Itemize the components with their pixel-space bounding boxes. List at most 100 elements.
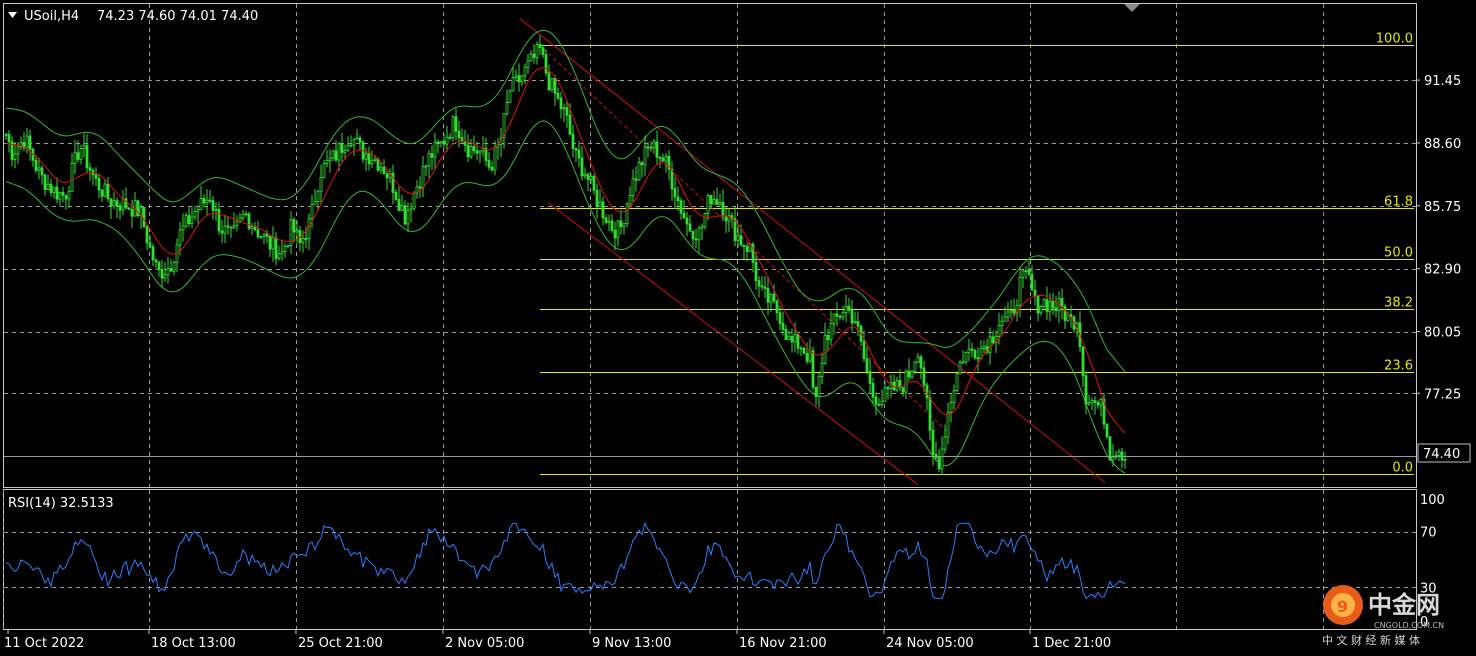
candle-body — [718, 202, 722, 205]
candle-body — [652, 141, 656, 149]
candle-body — [490, 166, 494, 171]
candle-body — [790, 335, 794, 343]
candle-body — [409, 207, 413, 211]
candle-body — [847, 305, 851, 311]
candle-body — [739, 235, 743, 246]
candle-body — [247, 213, 251, 229]
candle-body — [820, 362, 824, 377]
candle-body — [769, 293, 773, 303]
candle-body — [865, 358, 869, 373]
candle-body — [382, 166, 386, 175]
trading-chart[interactable]: 100.0 61.8 50.0 38.2 23.6 0.0 USoil,H4 74.23 … — [0, 0, 1476, 656]
candle-body — [550, 78, 554, 91]
rsi-label: RSI(14) 32.5133 — [8, 496, 114, 511]
candle-body — [592, 176, 596, 191]
candle-body — [874, 396, 878, 405]
candle-body — [43, 174, 47, 190]
candle-body — [697, 227, 701, 241]
candle-body — [775, 300, 779, 314]
candle-body — [286, 245, 290, 247]
candle-body — [991, 336, 995, 344]
candle-body — [703, 213, 707, 228]
candle-body — [511, 77, 515, 92]
candle-body — [1033, 289, 1037, 297]
candle-body — [277, 253, 281, 259]
candle-body — [292, 219, 296, 233]
candle-body — [676, 196, 680, 201]
candle-body — [1018, 276, 1022, 306]
candle-body — [961, 361, 965, 364]
candle-body — [1006, 311, 1010, 318]
candle-body — [712, 199, 716, 205]
candle-body — [796, 334, 800, 349]
candle-body — [451, 116, 455, 139]
candle-body — [661, 157, 665, 162]
candle-body — [610, 220, 614, 231]
candle-body — [1039, 305, 1043, 314]
candle-body — [586, 173, 590, 180]
candle-body — [940, 448, 944, 470]
candle-body — [100, 189, 104, 197]
price-tick-label: 82.90 — [1424, 263, 1461, 278]
candle-body — [280, 251, 284, 255]
candle-body — [856, 321, 860, 327]
candle-body — [418, 186, 422, 189]
candle-body — [376, 158, 380, 171]
candle-body — [370, 160, 374, 165]
time-tick-label: 25 Oct 21:00 — [298, 636, 383, 651]
candle-body — [196, 209, 200, 212]
candle-body — [1021, 270, 1025, 278]
candle-body — [493, 146, 497, 171]
candle-body — [1084, 375, 1088, 405]
time-tick-label: 9 Nov 13:00 — [592, 636, 671, 651]
candle-body — [310, 203, 314, 220]
candle-body — [76, 152, 80, 160]
candle-body — [937, 457, 941, 470]
price-tick-label: 88.60 — [1424, 137, 1461, 152]
candle-body — [334, 150, 338, 161]
candle-body — [34, 159, 38, 171]
candle-body — [214, 209, 218, 211]
fib-level-label: 61.8 — [1384, 195, 1413, 210]
candle-body — [262, 233, 266, 237]
candle-body — [631, 178, 635, 196]
candle-body — [241, 214, 245, 219]
candle-body — [316, 190, 320, 203]
candle-body — [715, 199, 719, 205]
candle-body — [607, 220, 611, 223]
price-tick-label: 85.75 — [1424, 200, 1461, 215]
candle-body — [118, 205, 122, 211]
candle-body — [58, 192, 62, 200]
svg-text:9: 9 — [1337, 597, 1348, 616]
candle-body — [754, 261, 758, 282]
rsi-tick-label: 100 — [1420, 493, 1445, 508]
candle-body — [826, 334, 830, 341]
candle-body — [673, 188, 677, 198]
candle-body — [883, 387, 887, 402]
candle-body — [913, 361, 917, 372]
candle-body — [4, 133, 8, 136]
candle-body — [829, 323, 833, 341]
candle-body — [778, 312, 782, 324]
candle-body — [736, 235, 740, 241]
candle-body — [559, 97, 563, 110]
candle-body — [1030, 273, 1034, 291]
candle-body — [577, 149, 581, 159]
candle-body — [949, 402, 953, 413]
candle-body — [838, 315, 842, 318]
candle-body — [424, 165, 428, 168]
candle-body — [322, 162, 326, 178]
candle-body — [427, 153, 431, 167]
fib-level-label: 50.0 — [1384, 246, 1413, 261]
candle-body — [172, 261, 176, 272]
candle-body — [568, 114, 572, 135]
candle-body — [640, 162, 644, 166]
candle-body — [106, 183, 110, 200]
candle-body — [691, 230, 695, 240]
candle-body — [589, 176, 593, 180]
candle-body — [970, 348, 974, 351]
candle-body — [700, 226, 704, 229]
candle-body — [817, 376, 821, 398]
candle-body — [634, 178, 638, 181]
candle-body — [259, 236, 263, 238]
